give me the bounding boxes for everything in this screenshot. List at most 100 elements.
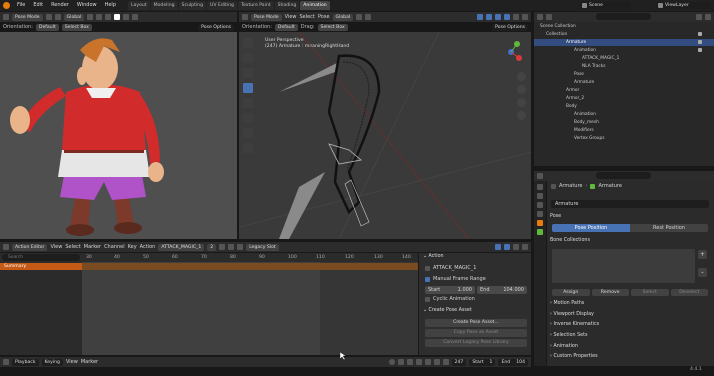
motion-paths-section[interactable]: › Motion Paths <box>550 299 710 308</box>
perspective-toggle-icon[interactable] <box>517 111 526 120</box>
outliner-item[interactable]: Armor <box>566 87 579 94</box>
action-name-field[interactable]: ATTACK_MAGIC_1 <box>158 243 205 251</box>
proportional-edit-icon[interactable] <box>522 244 528 250</box>
add-collection-icon[interactable]: + <box>698 250 707 259</box>
action-panel-header[interactable]: ⌄ Action <box>423 254 444 259</box>
duplicate-action-icon[interactable] <box>228 244 235 250</box>
jump-end-icon[interactable] <box>442 359 449 365</box>
tab-layout[interactable]: Layout <box>128 1 150 10</box>
timeline-end-field[interactable]: End 104 <box>498 358 528 366</box>
navigation-gizmo[interactable] <box>497 38 525 66</box>
cursor-tool-icon[interactable] <box>243 53 253 63</box>
fake-user-shield-icon[interactable] <box>219 244 226 250</box>
measure-tool-icon[interactable] <box>243 143 253 153</box>
select-tool-icon[interactable] <box>243 38 253 48</box>
left-orientation-dropdown[interactable]: Default <box>35 23 59 31</box>
right-orientation-dropdown[interactable]: Default <box>274 23 298 31</box>
ae-menu-key[interactable]: Key <box>128 244 137 250</box>
deselect-button[interactable]: Deselect <box>670 288 708 296</box>
create-pose-asset-button[interactable]: Create Pose Asset... <box>425 319 527 327</box>
editor-type-icon[interactable] <box>3 359 9 365</box>
gizmo-icon[interactable] <box>477 14 483 20</box>
armature-data-name-field[interactable]: Armature <box>551 200 709 208</box>
left-mode-dropdown[interactable]: Pose Mode <box>12 13 43 21</box>
prev-key-icon[interactable] <box>406 359 413 365</box>
left-viewport-canvas[interactable] <box>0 32 237 239</box>
animation-section[interactable]: › Animation <box>550 342 710 351</box>
remove-button[interactable]: Remove <box>591 288 629 296</box>
slot-dropdown[interactable]: Legacy Slot <box>246 243 279 251</box>
outliner-item[interactable]: NLA Tracks <box>582 63 606 70</box>
tab-modeling[interactable]: Modeling <box>150 1 178 10</box>
right-menu-select[interactable]: Select <box>300 14 315 20</box>
outliner-item[interactable]: Collection <box>546 31 567 38</box>
outliner-item[interactable]: Body_mesh <box>574 119 599 126</box>
selection-sets-section[interactable]: › Selection Sets <box>550 331 710 340</box>
current-frame-field[interactable]: 247 <box>451 358 467 366</box>
tl-menu-keying[interactable]: Keying <box>41 358 63 366</box>
menu-render[interactable]: Render <box>47 0 73 11</box>
dopesheet-area[interactable] <box>82 253 418 355</box>
ae-menu-channel[interactable]: Channel <box>104 244 125 250</box>
ae-menu-action[interactable]: Action <box>140 244 156 250</box>
tab-shading[interactable]: Shading <box>274 1 300 10</box>
outliner-item[interactable]: Modifiers <box>574 127 594 134</box>
right-pose-options[interactable]: Pose Options <box>492 23 528 31</box>
shading-solid-icon[interactable] <box>513 14 519 20</box>
action-users-count[interactable]: 2 <box>207 243 217 251</box>
tab-sculpting[interactable]: Sculpting <box>178 1 206 10</box>
convert-legacy-button[interactable]: Convert Legacy Pose Library <box>425 339 527 347</box>
eye-icon[interactable] <box>698 32 702 36</box>
move-tool-icon[interactable] <box>243 68 253 78</box>
outliner-item[interactable]: ATTACK_MAGIC_1 <box>582 55 619 62</box>
overlay-icon[interactable] <box>105 14 112 20</box>
summary-channel[interactable]: Summary <box>0 263 82 270</box>
menu-file[interactable]: File <box>13 0 29 11</box>
pose-section-header[interactable]: Pose <box>550 212 710 221</box>
outliner-item-selected[interactable]: Armature <box>534 39 714 46</box>
right-transform-dropdown[interactable]: Global <box>332 13 354 21</box>
snap-icon[interactable] <box>356 14 363 20</box>
tool-tab-icon[interactable] <box>537 184 543 190</box>
left-pose-options[interactable]: Pose Options <box>198 23 234 31</box>
jump-start-icon[interactable] <box>397 359 404 365</box>
right-viewport-canvas[interactable]: User Perspective (247) Armature : meanin… <box>239 32 531 239</box>
start-frame-field[interactable]: Start 1.000 <box>425 286 475 294</box>
left-transform-dropdown[interactable]: Global <box>63 13 85 21</box>
properties-search-input[interactable] <box>596 172 651 179</box>
collection-menu-icon[interactable]: ⌄ <box>698 268 707 277</box>
proportional-icon[interactable] <box>96 14 103 20</box>
blender-logo-icon[interactable] <box>3 2 10 9</box>
action-panel-name[interactable]: ATTACK_MAGIC_1 <box>433 265 476 271</box>
view-layer-selector[interactable]: ViewLayer <box>656 2 711 9</box>
outliner-item[interactable]: Scene Collection <box>540 23 576 30</box>
right-menu-view[interactable]: View <box>285 14 297 20</box>
display-mode-icon[interactable] <box>546 14 552 20</box>
render-tab-icon[interactable] <box>537 193 543 199</box>
scene-tab-icon[interactable] <box>537 211 543 217</box>
create-pose-asset-panel-header[interactable]: ⌄ Create Pose Asset <box>423 308 472 313</box>
tl-menu-playback[interactable]: Playback <box>12 358 39 366</box>
new-collection-icon[interactable] <box>705 14 711 20</box>
viewport-display-section[interactable]: › Viewport Display <box>550 310 710 319</box>
copy-pose-asset-button[interactable]: Copy Pose as Asset <box>425 329 527 337</box>
outliner-item[interactable]: Armor_2 <box>566 95 584 102</box>
transform-tool-icon[interactable] <box>243 113 253 123</box>
tab-texture-paint[interactable]: Texture Paint <box>237 1 274 10</box>
shading-render-icon[interactable] <box>132 14 139 20</box>
outliner-item[interactable]: Vertex Groups <box>574 135 605 142</box>
object-tab-icon[interactable] <box>537 220 543 226</box>
annotate-tool-icon[interactable] <box>243 128 253 138</box>
eye-icon[interactable] <box>698 40 702 44</box>
tab-uv-editing[interactable]: UV Editing <box>206 1 237 10</box>
manual-frame-range-checkbox[interactable] <box>425 276 430 282</box>
scene-selector[interactable]: Scene <box>580 2 630 9</box>
view-icon[interactable] <box>45 14 52 20</box>
ae-menu-view[interactable]: View <box>50 244 62 250</box>
menu-help[interactable]: Help <box>101 0 120 11</box>
xray-icon[interactable] <box>495 14 501 20</box>
next-key-icon[interactable] <box>433 359 440 365</box>
select-button[interactable]: Select <box>631 288 669 296</box>
outliner-search-input[interactable] <box>596 13 651 20</box>
outliner-item[interactable]: Animation <box>574 111 596 118</box>
